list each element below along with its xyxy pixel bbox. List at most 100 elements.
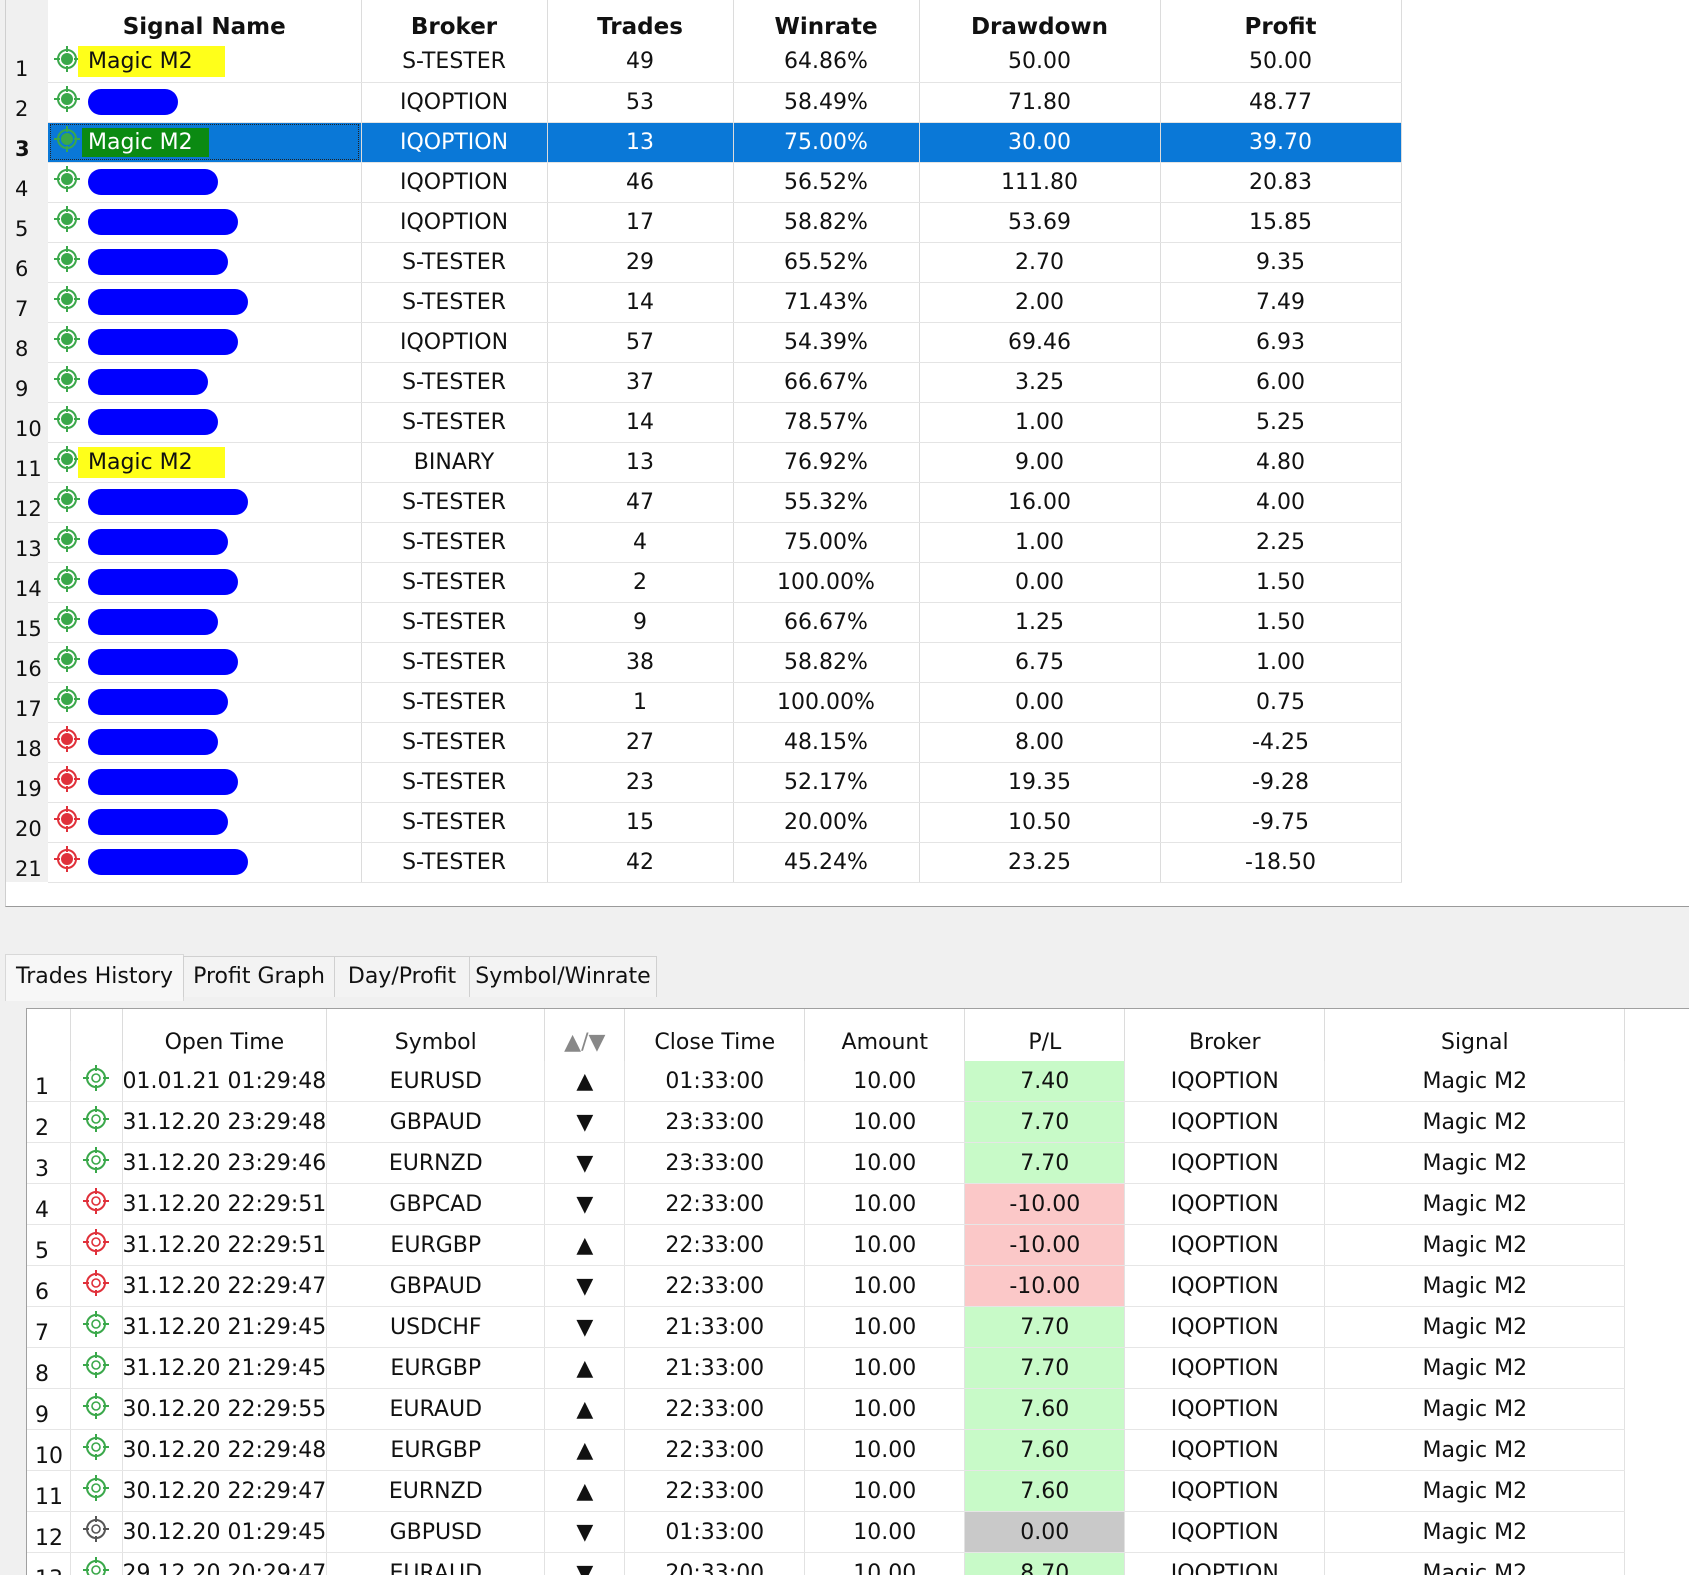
trade-row[interactable]: 431.12.20 22:29:51GBPCAD▼22:33:0010.00-1… [27,1184,1625,1225]
signal-name-cell[interactable] [48,562,361,602]
header-broker[interactable]: Broker [361,0,547,42]
header-profit[interactable]: Profit [1160,0,1401,42]
signal-name-cell[interactable] [48,842,361,882]
header-trades[interactable]: Trades [547,0,733,42]
signal-row[interactable]: 15S-TESTER966.67%1.251.50 [6,602,1401,642]
signal-cell: Magic M2 [1325,1389,1625,1430]
redaction-mark [88,409,218,435]
pl-cell: 7.40 [965,1061,1125,1102]
trade-status-cell [70,1143,122,1184]
signal-name-cell[interactable]: Magic M2 [48,442,361,482]
trade-row[interactable]: 631.12.20 22:29:47GBPAUD▼22:33:0010.00-1… [27,1266,1625,1307]
signal-row[interactable]: 10S-TESTER1478.57%1.005.25 [6,402,1401,442]
signal-row[interactable]: 8IQOPTION5754.39%69.466.93 [6,322,1401,362]
signal-row[interactable]: 11Magic M2BINARY1376.92%9.004.80 [6,442,1401,482]
header-signal[interactable]: Signal [1325,1009,1625,1061]
signal-row[interactable]: 3Magic M2IQOPTION1375.00%30.0039.70 [6,122,1401,162]
signal-row[interactable]: 13S-TESTER475.00%1.002.25 [6,522,1401,562]
redaction-mark [88,169,218,195]
winrate-cell: 48.15% [733,722,919,762]
header-amount[interactable]: Amount [805,1009,965,1061]
drawdown-cell: 53.69 [919,202,1160,242]
tab-day-profit[interactable]: Day/Profit [334,956,470,997]
trade-row[interactable]: 930.12.20 22:29:55EURAUD▲22:33:0010.007.… [27,1389,1625,1430]
signal-cell: Magic M2 [1325,1225,1625,1266]
signal-row[interactable]: 16S-TESTER3858.82%6.751.00 [6,642,1401,682]
header-drawdown[interactable]: Drawdown [919,0,1160,42]
signal-name-cell[interactable] [48,322,361,362]
trade-status-cell [70,1430,122,1471]
signal-row[interactable]: 12S-TESTER4755.32%16.004.00 [6,482,1401,522]
history-header-row: Open Time Symbol ▲/▼ Close Time Amount P… [27,1009,1625,1061]
signal-name-cell[interactable] [48,82,361,122]
signal-name-cell[interactable] [48,362,361,402]
signal-row[interactable]: 1Magic M2S-TESTER4964.86%50.0050.00 [6,42,1401,82]
signal-row[interactable]: 4IQOPTION4656.52%111.8020.83 [6,162,1401,202]
row-number: 19 [6,762,48,802]
tab-profit-graph[interactable]: Profit Graph [183,956,335,997]
signal-name-cell[interactable] [48,762,361,802]
signal-row[interactable]: 2IQOPTION5358.49%71.8048.77 [6,82,1401,122]
header-close-time[interactable]: Close Time [625,1009,805,1061]
trade-row[interactable]: 1230.12.20 01:29:45GBPUSD▼01:33:0010.000… [27,1512,1625,1553]
signal-row[interactable]: 14S-TESTER2100.00%0.001.50 [6,562,1401,602]
signal-name-cell[interactable] [48,722,361,762]
target-icon [54,486,80,518]
winrate-cell: 100.00% [733,682,919,722]
signal-name-cell[interactable] [48,402,361,442]
close-time-cell: 23:33:00 [625,1102,805,1143]
target-icon [54,86,80,118]
profit-cell: 2.25 [1160,522,1401,562]
trade-row[interactable]: 831.12.20 21:29:45EURGBP▲21:33:0010.007.… [27,1348,1625,1389]
signal-row[interactable]: 9S-TESTER3766.67%3.256.00 [6,362,1401,402]
trade-row[interactable]: 231.12.20 23:29:48GBPAUD▼23:33:0010.007.… [27,1102,1625,1143]
target-icon [54,606,80,638]
header-signal-name[interactable]: Signal Name [48,0,361,42]
header-winrate[interactable]: Winrate [733,0,919,42]
drawdown-cell: 0.00 [919,682,1160,722]
signal-name-cell[interactable] [48,642,361,682]
signal-name-cell[interactable] [48,162,361,202]
winrate-cell: 52.17% [733,762,919,802]
tab-symbol-winrate[interactable]: Symbol/Winrate [469,956,657,997]
signal-name-cell[interactable] [48,522,361,562]
trade-row[interactable]: 1130.12.20 22:29:47EURNZD▲22:33:0010.007… [27,1471,1625,1512]
trade-row[interactable]: 331.12.20 23:29:46EURNZD▼23:33:0010.007.… [27,1143,1625,1184]
profit-cell: 50.00 [1160,42,1401,82]
signal-row[interactable]: 19S-TESTER2352.17%19.35-9.28 [6,762,1401,802]
open-time-cell: 31.12.20 23:29:48 [122,1102,327,1143]
crosshair-icon [83,1270,109,1302]
signal-name-cell[interactable] [48,602,361,642]
signal-row[interactable]: 20S-TESTER1520.00%10.50-9.75 [6,802,1401,842]
redaction-mark [88,729,218,755]
tab-trades-history[interactable]: Trades History [5,954,184,1001]
header-broker[interactable]: Broker [1125,1009,1325,1061]
trade-row[interactable]: 1329.12.20 20:29:47EURAUD▼20:33:0010.008… [27,1553,1625,1575]
trades-cell: 17 [547,202,733,242]
signal-name-cell[interactable] [48,482,361,522]
signal-name-cell[interactable] [48,282,361,322]
trade-row[interactable]: 531.12.20 22:29:51EURGBP▲22:33:0010.00-1… [27,1225,1625,1266]
signal-name-cell[interactable] [48,682,361,722]
header-symbol[interactable]: Symbol [327,1009,545,1061]
header-pl[interactable]: P/L [965,1009,1125,1061]
trades-history-panel: ⌄ Open Time Symbol ▲/▼ Close Time Amount… [26,1008,1689,1575]
header-direction[interactable]: ▲/▼ [545,1009,625,1061]
signal-row[interactable]: 5IQOPTION1758.82%53.6915.85 [6,202,1401,242]
trade-row[interactable]: 101.01.21 01:29:48EURUSD▲01:33:0010.007.… [27,1061,1625,1102]
signal-row[interactable]: 7S-TESTER1471.43%2.007.49 [6,282,1401,322]
signal-name-cell[interactable] [48,802,361,842]
signal-row[interactable]: 17S-TESTER1100.00%0.000.75 [6,682,1401,722]
signal-row[interactable]: 18S-TESTER2748.15%8.00-4.25 [6,722,1401,762]
header-open-time[interactable]: Open Time [122,1009,327,1061]
signal-name-cell[interactable]: Magic M2 [48,42,361,82]
signal-name-cell[interactable]: Magic M2 [48,122,361,162]
signal-row[interactable]: 6S-TESTER2965.52%2.709.35 [6,242,1401,282]
signal-name-cell[interactable] [48,202,361,242]
trade-row[interactable]: 1030.12.20 22:29:48EURGBP▲22:33:0010.007… [27,1430,1625,1471]
crosshair-icon [83,1393,109,1425]
trade-row[interactable]: 731.12.20 21:29:45USDCHF▼21:33:0010.007.… [27,1307,1625,1348]
signal-row[interactable]: 21S-TESTER4245.24%23.25-18.50 [6,842,1401,882]
signal-name-cell[interactable] [48,242,361,282]
profit-cell: 0.75 [1160,682,1401,722]
